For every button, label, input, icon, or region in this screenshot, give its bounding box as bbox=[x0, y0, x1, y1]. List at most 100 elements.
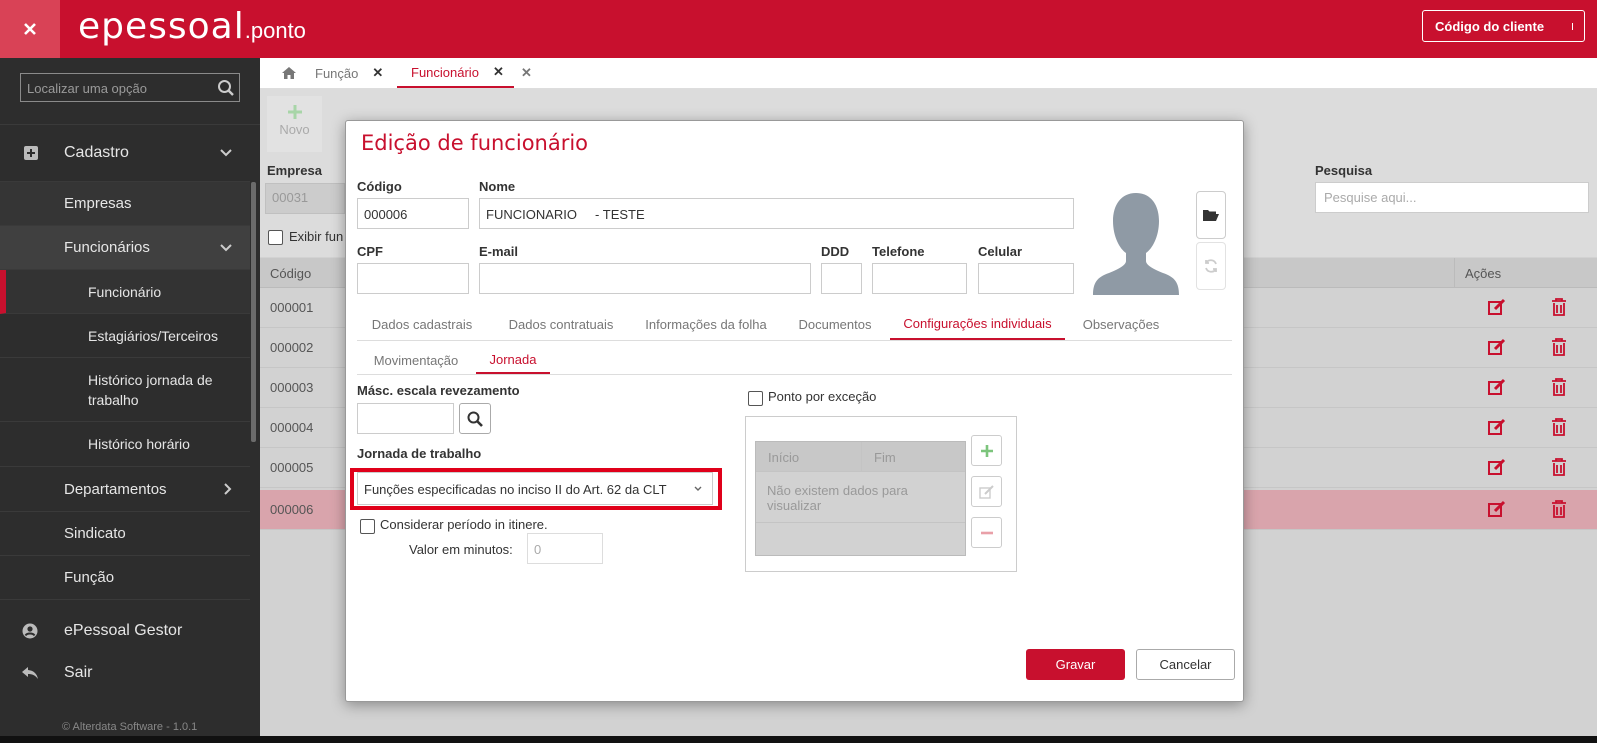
nome-field[interactable]: FUNCIONARIO - TESTE bbox=[479, 198, 1074, 229]
sidebar: Localizar uma opção Cadastro Empresas Fu… bbox=[0, 58, 260, 743]
sidebar-search-input[interactable]: Localizar uma opção bbox=[20, 73, 240, 102]
tab-close-icon[interactable]: ✕ bbox=[493, 64, 504, 80]
subtab-movimentacao[interactable]: Movimentação bbox=[360, 347, 472, 374]
trash-icon[interactable] bbox=[1551, 298, 1567, 316]
masc-label: Másc. escala revezamento bbox=[357, 383, 520, 398]
ddd-label: DDD bbox=[821, 244, 850, 259]
tab-configuracoes-individuais[interactable]: Configurações individuais bbox=[890, 308, 1065, 340]
valor-field[interactable]: 0 bbox=[527, 533, 603, 564]
close-icon bbox=[24, 23, 36, 35]
pesquisa-input[interactable]: Pesquise aqui... bbox=[1315, 182, 1589, 213]
sidebar-item-sindicato[interactable]: Sindicato bbox=[0, 512, 250, 556]
sidebar-item-sair[interactable]: Sair bbox=[0, 652, 250, 694]
valor-label: Valor em minutos: bbox=[409, 542, 513, 557]
modal-tabs: Dados cadastrais Dados contratuais Infor… bbox=[357, 308, 1232, 341]
ddd-field[interactable] bbox=[821, 263, 862, 294]
sidebar-item-label: Departamentos bbox=[64, 480, 167, 498]
email-field[interactable] bbox=[479, 263, 811, 294]
tab-funcionario[interactable]: Funcionário ✕ bbox=[397, 58, 514, 88]
tab-dados-contratuais[interactable]: Dados contratuais bbox=[490, 308, 632, 340]
masc-search-button[interactable] bbox=[459, 403, 491, 434]
sidebar-item-estagiarios[interactable]: Estagiários/Terceiros bbox=[0, 314, 250, 358]
sidebar-item-funcionario[interactable]: Funcionário bbox=[0, 270, 250, 314]
sidebar-item-funcionarios[interactable]: Funcionários bbox=[0, 226, 250, 270]
tab-dados-cadastrais[interactable]: Dados cadastrais bbox=[360, 308, 484, 340]
exibir-checkbox[interactable] bbox=[268, 230, 283, 245]
edit-ponto-button[interactable] bbox=[971, 476, 1002, 507]
add-ponto-button[interactable] bbox=[971, 435, 1002, 466]
home-icon bbox=[282, 67, 296, 79]
refresh-photo-button[interactable] bbox=[1196, 242, 1226, 290]
row-code: 000001 bbox=[270, 300, 314, 315]
cancel-button[interactable]: Cancelar bbox=[1136, 649, 1235, 680]
sidebar-item-gestor[interactable]: ePessoal Gestor bbox=[0, 610, 250, 652]
new-button[interactable]: Novo bbox=[267, 96, 322, 152]
sidebar-item-cadastro[interactable]: Cadastro bbox=[0, 125, 250, 182]
subtab-jornada[interactable]: Jornada bbox=[476, 347, 550, 374]
sidebar-item-label: Cadastro bbox=[64, 144, 129, 161]
plus-icon bbox=[287, 105, 302, 119]
edit-icon[interactable] bbox=[1488, 418, 1506, 436]
tab-funcao[interactable]: Função ✕ bbox=[315, 58, 383, 88]
trash-icon[interactable] bbox=[1551, 500, 1567, 518]
close-icon[interactable]: ✕ bbox=[521, 65, 532, 81]
empresa-field[interactable]: 00031 bbox=[265, 183, 345, 214]
ponto-excecao-checkbox[interactable] bbox=[748, 391, 763, 406]
masc-field[interactable] bbox=[357, 403, 454, 434]
sidebar-item-historico-jornada[interactable]: Histórico jornada de trabalho bbox=[0, 358, 250, 422]
codigo-field[interactable]: 000006 bbox=[357, 198, 469, 229]
modal-title: Edição de funcionário bbox=[361, 131, 589, 155]
sidebar-item-label: Empresas bbox=[64, 195, 132, 212]
telefone-field[interactable] bbox=[872, 263, 967, 294]
itinere-label: Considerar período in itinere. bbox=[380, 517, 548, 532]
trash-icon[interactable] bbox=[1551, 418, 1567, 436]
col-inicio: Início bbox=[756, 442, 862, 472]
row-code: 000004 bbox=[270, 420, 314, 435]
sidebar-item-funcao[interactable]: Função bbox=[0, 556, 250, 600]
tab-observacoes[interactable]: Observações bbox=[1065, 308, 1177, 340]
table-divider bbox=[756, 522, 965, 523]
sidebar-footer: © Alterdata Software - 1.0.1 bbox=[62, 721, 198, 733]
edit-icon[interactable] bbox=[1488, 338, 1506, 356]
cpf-field[interactable] bbox=[357, 263, 469, 294]
itinere-checkbox[interactable] bbox=[360, 519, 375, 534]
row-code: 000003 bbox=[270, 380, 314, 395]
tab-documentos[interactable]: Documentos bbox=[780, 308, 890, 340]
tab-close-icon[interactable]: ✕ bbox=[372, 65, 383, 81]
upload-photo-button[interactable] bbox=[1196, 191, 1226, 239]
sidebar-item-label: Funcionário bbox=[88, 283, 162, 300]
reply-icon bbox=[22, 667, 38, 679]
sidebar-item-historico-horario[interactable]: Histórico horário bbox=[0, 422, 250, 467]
avatar-placeholder-icon bbox=[1093, 193, 1179, 295]
sidebar-item-label: Sindicato bbox=[64, 525, 126, 542]
sidebar-item-label: Histórico horário bbox=[88, 436, 190, 452]
close-menu-button[interactable] bbox=[0, 0, 60, 58]
celular-field[interactable] bbox=[978, 263, 1074, 294]
edit-icon[interactable] bbox=[1488, 500, 1506, 518]
sidebar-item-label: Funcionários bbox=[64, 239, 150, 256]
tab-label: Funcionário bbox=[411, 64, 479, 80]
client-code-button[interactable]: Código do cliente bbox=[1422, 10, 1585, 42]
remove-ponto-button[interactable] bbox=[971, 517, 1002, 548]
new-button-label: Novo bbox=[279, 122, 310, 137]
highlight-box bbox=[350, 468, 722, 510]
trash-icon[interactable] bbox=[1551, 458, 1567, 476]
logo-suffix: .ponto bbox=[244, 18, 306, 43]
modal-subtabs: Movimentação Jornada bbox=[357, 347, 1232, 375]
sidebar-scroll-thumb[interactable] bbox=[251, 182, 256, 442]
save-button[interactable]: Gravar bbox=[1026, 649, 1125, 680]
close-all-tabs-button[interactable]: ✕ bbox=[521, 58, 532, 88]
sidebar-item-departamentos[interactable]: Departamentos bbox=[0, 467, 250, 512]
col-codigo[interactable]: Código bbox=[270, 266, 311, 281]
trash-icon[interactable] bbox=[1551, 378, 1567, 396]
sidebar-item-empresas[interactable]: Empresas bbox=[0, 182, 250, 226]
col-acoes: Ações bbox=[1465, 266, 1502, 281]
search-icon bbox=[218, 80, 234, 96]
edit-icon[interactable] bbox=[1488, 458, 1506, 476]
edit-icon[interactable] bbox=[1488, 378, 1506, 396]
tab-home[interactable] bbox=[276, 58, 302, 88]
row-code: 000005 bbox=[270, 460, 314, 475]
tab-informacoes-folha[interactable]: Informações da folha bbox=[632, 308, 780, 340]
edit-icon[interactable] bbox=[1488, 298, 1506, 316]
trash-icon[interactable] bbox=[1551, 338, 1567, 356]
